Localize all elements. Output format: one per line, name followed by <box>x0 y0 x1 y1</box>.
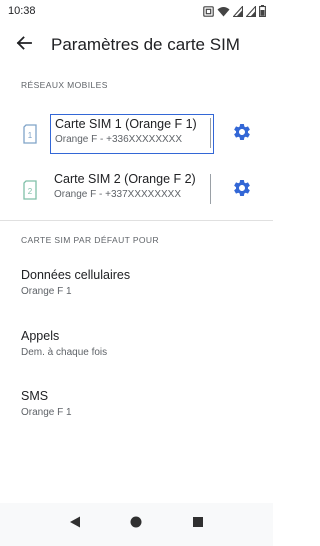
pref-summary: Orange F 1 <box>21 286 72 297</box>
sim-card-icon: 2 <box>22 180 38 205</box>
pref-title: Appels <box>21 329 60 343</box>
nav-recents-button[interactable] <box>186 513 210 537</box>
gear-icon <box>232 122 252 147</box>
pref-sms[interactable]: SMS Orange F 1 <box>0 389 273 433</box>
sim-summary: Orange F - +336XXXXXXXX <box>55 134 183 145</box>
sim-title: Carte SIM 2 (Orange F 2) <box>54 172 196 186</box>
signal-icon <box>233 5 243 17</box>
sim-card-number: 2 <box>28 187 33 196</box>
vertical-divider <box>210 118 211 148</box>
pref-title: SMS <box>21 389 49 403</box>
pref-cellular-data[interactable]: Données cellulaires Orange F 1 <box>0 268 273 312</box>
section-divider <box>0 220 273 221</box>
gear-icon <box>232 178 252 203</box>
sim-row-2: 2 Carte SIM 2 (Orange F 2) Orange F - +3… <box>0 168 273 214</box>
pref-title: Données cellulaires <box>21 268 131 282</box>
square-recents-icon <box>191 515 205 534</box>
section-header-default-sim: CARTE SIM PAR DÉFAUT POUR <box>21 235 159 245</box>
pref-calls[interactable]: Appels Dem. à chaque fois <box>0 329 273 373</box>
page-title: Paramètres de carte SIM <box>51 35 240 54</box>
circle-home-icon <box>129 515 143 534</box>
wifi-icon <box>217 6 230 17</box>
status-bar: 10:38 <box>0 0 273 22</box>
sim-2-item[interactable]: Carte SIM 2 (Orange F 2) Orange F - +337… <box>50 170 214 210</box>
pref-summary: Dem. à chaque fois <box>21 347 108 358</box>
status-icons <box>203 5 266 17</box>
pref-summary: Orange F 1 <box>21 407 72 418</box>
navigation-bar <box>0 503 273 546</box>
section-header-mobile-networks: RÉSEAUX MOBILES <box>21 80 108 90</box>
status-time: 10:38 <box>8 5 36 17</box>
nfc-icon <box>203 5 214 17</box>
sim-1-item[interactable]: Carte SIM 1 (Orange F 1) Orange F - +336… <box>50 114 214 154</box>
app-bar: Paramètres de carte SIM <box>0 22 273 68</box>
arrow-back-icon <box>15 34 33 57</box>
nav-home-button[interactable] <box>124 513 148 537</box>
back-button[interactable] <box>3 24 45 66</box>
battery-icon <box>259 5 266 17</box>
sim-row-1: 1 Carte SIM 1 (Orange F 1) Orange F - +3… <box>0 112 273 158</box>
sim-1-settings-button[interactable] <box>230 122 254 146</box>
triangle-back-icon <box>68 515 82 534</box>
nav-back-button[interactable] <box>63 513 87 537</box>
vertical-divider <box>210 174 211 204</box>
sim-title: Carte SIM 1 (Orange F 1) <box>55 117 197 131</box>
sim-card-number: 1 <box>28 131 33 140</box>
sim-2-settings-button[interactable] <box>230 178 254 202</box>
sim-card-icon: 1 <box>22 124 38 149</box>
signal-icon <box>246 5 256 17</box>
sim-summary: Orange F - +337XXXXXXXX <box>54 189 182 200</box>
